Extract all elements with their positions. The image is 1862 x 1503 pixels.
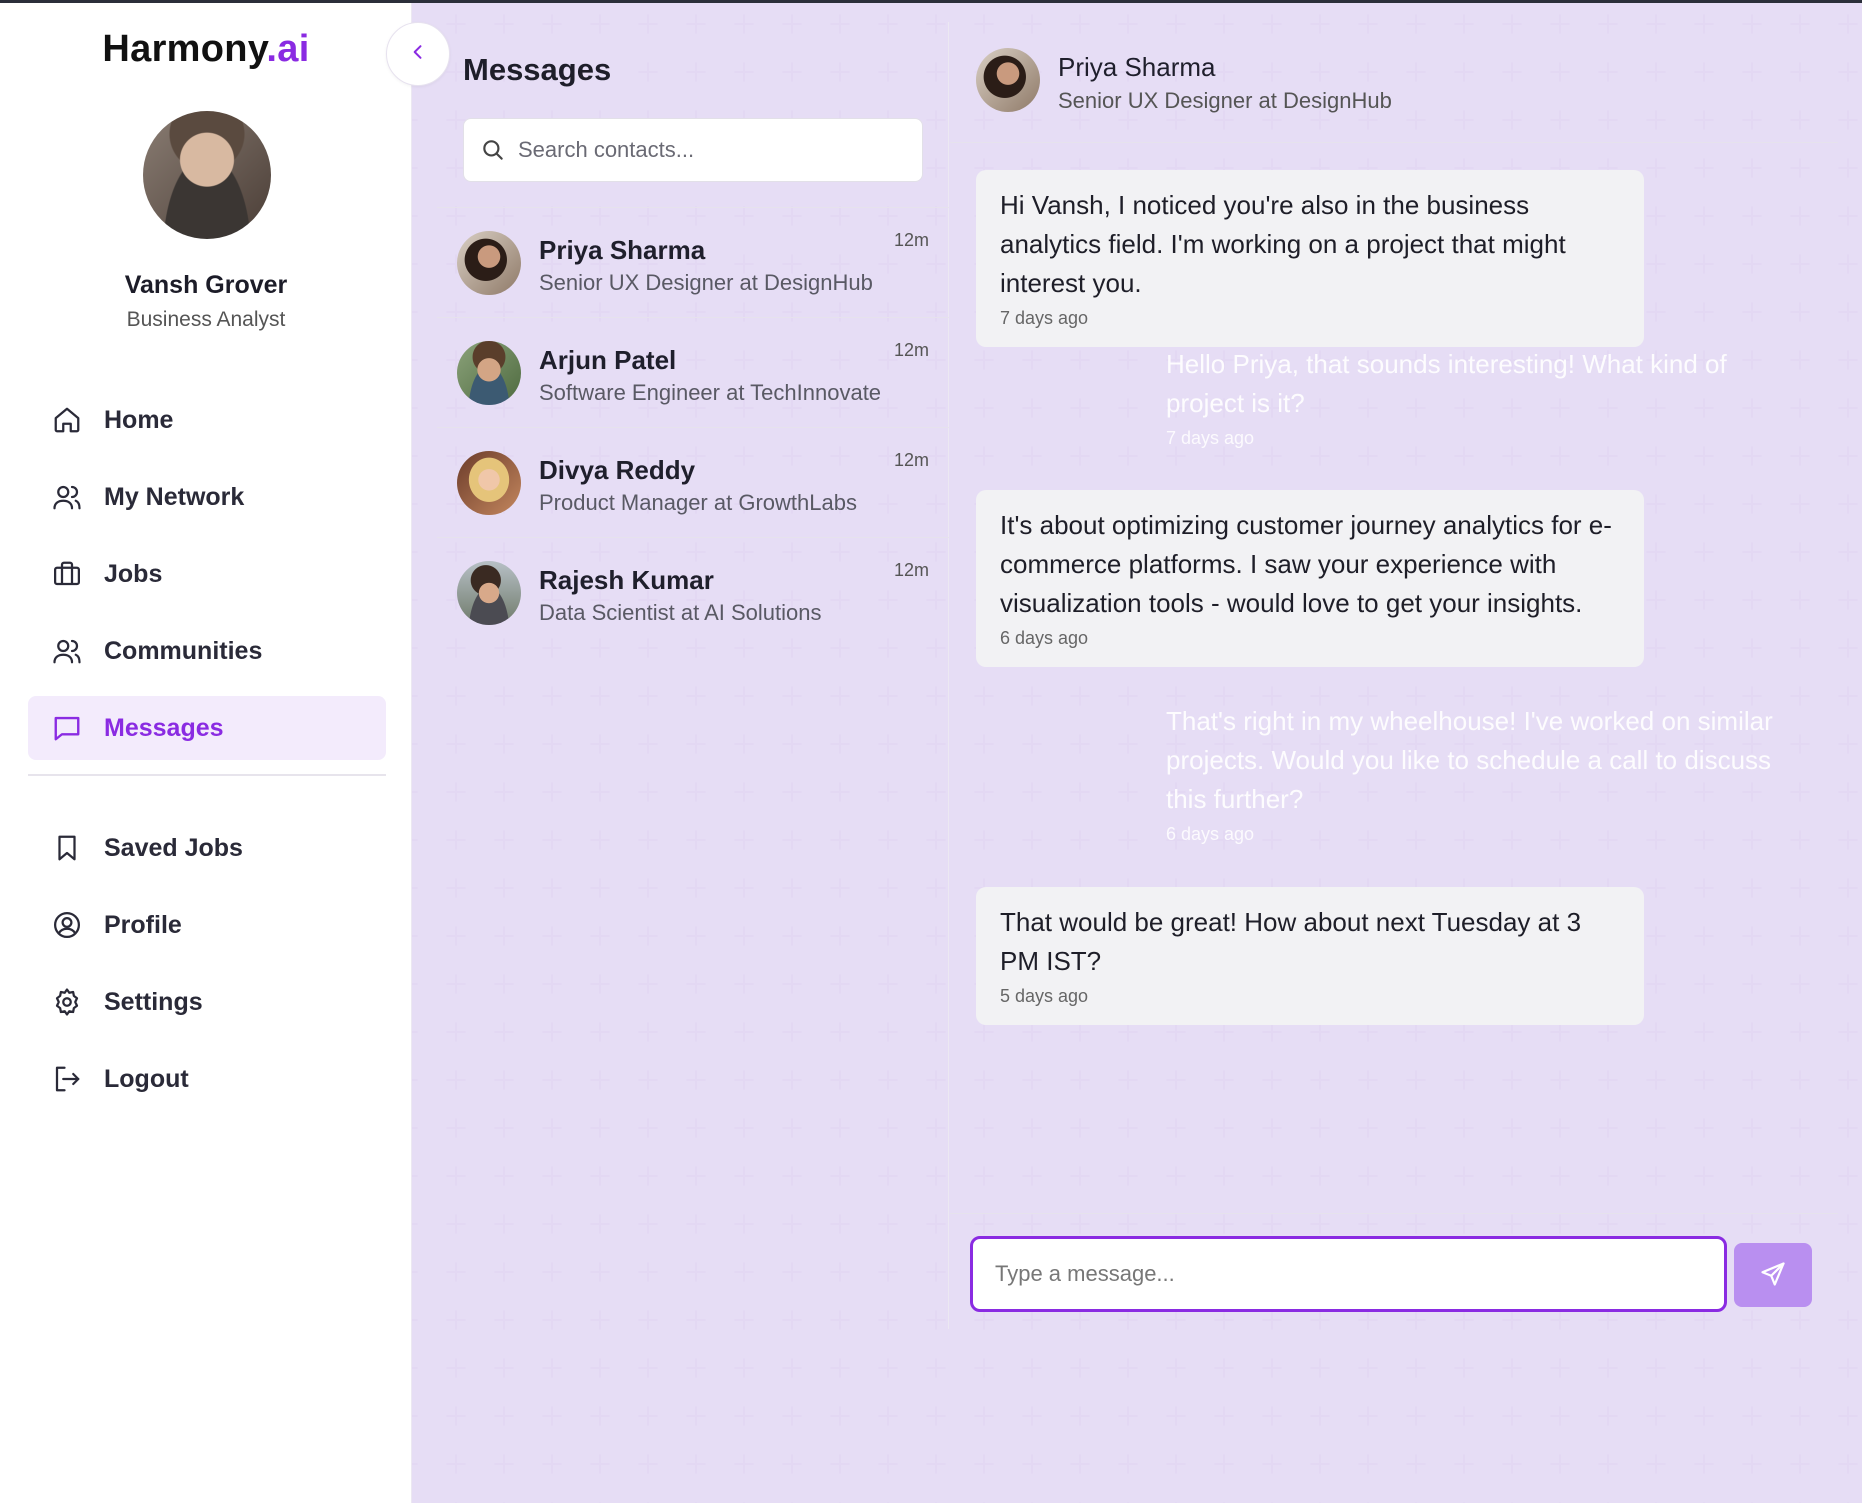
logout-icon (52, 1064, 82, 1094)
sidebar-item-settings[interactable]: Settings (28, 970, 386, 1034)
window-top-border (0, 0, 1862, 3)
contact-role: Data Scientist at AI Solutions (539, 600, 822, 625)
sidebar-item-home[interactable]: Home (28, 388, 386, 452)
send-icon (1759, 1260, 1787, 1291)
sidebar-item-label: Settings (104, 987, 203, 1016)
contact-time: 12m (893, 340, 929, 360)
collapse-sidebar-button[interactable] (386, 22, 450, 86)
contact-time: 12m (893, 560, 929, 580)
send-button[interactable] (1734, 1243, 1812, 1307)
contact-name: Divya Reddy (539, 455, 696, 485)
contact-role: Software Engineer at TechInnovate (539, 380, 882, 405)
message-text: It's about optimizing customer journey a… (1000, 510, 1612, 618)
sidebar: Harmony.ai Vansh Grover Business Analyst… (0, 0, 412, 1503)
message-bubble-sent: Hello Priya, that sounds interesting! Wh… (1142, 329, 1810, 467)
sidebar-item-label: Saved Jobs (104, 833, 243, 862)
page-title: Messages (463, 52, 612, 87)
contact-role: Product Manager at GrowthLabs (539, 490, 857, 515)
sidebar-item-logout[interactable]: Logout (28, 1047, 386, 1111)
chat-contact-role: Senior UX Designer at DesignHub (1058, 88, 1392, 113)
message-bubble-received: That would be great! How about next Tues… (976, 887, 1644, 1025)
message-input[interactable] (970, 1236, 1727, 1312)
briefcase-icon (52, 559, 82, 589)
avatar[interactable] (976, 48, 1040, 112)
chevron-left-icon (408, 42, 428, 67)
home-icon (52, 405, 82, 435)
chat-panel: Priya Sharma Senior UX Designer at Desig… (950, 22, 1838, 1329)
sidebar-item-label: Messages (104, 713, 224, 742)
avatar (457, 231, 521, 295)
sidebar-item-my-network[interactable]: My Network (28, 465, 386, 529)
contact-name: Priya Sharma (539, 235, 706, 265)
contact-time: 12m (893, 230, 929, 250)
contact-name: Arjun Patel (539, 345, 677, 375)
contact-role: Senior UX Designer at DesignHub (539, 270, 873, 295)
bookmark-icon (52, 833, 82, 863)
brand-suffix: .ai (266, 28, 310, 70)
avatar (457, 341, 521, 405)
sidebar-item-saved-jobs[interactable]: Saved Jobs (28, 816, 386, 880)
sidebar-item-jobs[interactable]: Jobs (28, 542, 386, 606)
search-box[interactable] (463, 118, 923, 182)
message-text: Hi Vansh, I noticed you're also in the b… (1000, 190, 1566, 298)
contact-item[interactable]: Divya Reddy Product Manager at GrowthLab… (437, 427, 949, 537)
users-icon (52, 482, 82, 512)
contact-name: Rajesh Kumar (539, 565, 714, 595)
sidebar-item-label: Communities (104, 636, 263, 665)
sidebar-nav: Home My Network Jobs Communities Message… (28, 388, 386, 1124)
avatar (457, 561, 521, 625)
user-name: Vansh Grover (124, 271, 288, 299)
sidebar-item-profile[interactable]: Profile (28, 893, 386, 957)
gear-icon (52, 987, 82, 1017)
avatar (457, 451, 521, 515)
user-circle-icon (52, 910, 82, 940)
sidebar-item-communities[interactable]: Communities (28, 619, 386, 683)
nav-divider (28, 774, 386, 776)
message-text: That's right in my wheelhouse! I've work… (1166, 706, 1773, 814)
message-time: 6 days ago (1000, 628, 1089, 648)
sidebar-item-messages[interactable]: Messages (28, 696, 386, 760)
chat-contact-name: Priya Sharma (1058, 52, 1216, 82)
user-avatar[interactable] (143, 111, 271, 239)
message-time: 7 days ago (1166, 428, 1255, 448)
contact-item[interactable]: Rajesh Kumar Data Scientist at AI Soluti… (437, 537, 949, 647)
message-time: 5 days ago (1000, 986, 1089, 1006)
sidebar-item-label: My Network (104, 482, 245, 511)
search-input[interactable] (518, 137, 898, 163)
contact-item[interactable]: Arjun Patel Software Engineer at TechInn… (437, 317, 949, 427)
message-composer (950, 1213, 1838, 1329)
messages-list-panel: Messages Priya Sharma Senior UX Designer… (437, 22, 949, 1329)
message-text: Hello Priya, that sounds interesting! Wh… (1166, 349, 1727, 418)
contact-list: Priya Sharma Senior UX Designer at Desig… (437, 207, 949, 647)
message-bubble-received: It's about optimizing customer journey a… (976, 490, 1644, 667)
contact-item[interactable]: Priya Sharma Senior UX Designer at Desig… (437, 207, 949, 317)
sidebar-item-label: Profile (104, 910, 182, 939)
message-text: That would be great! How about next Tues… (1000, 907, 1582, 976)
chat-header: Priya Sharma Senior UX Designer at Desig… (950, 22, 1838, 143)
sidebar-item-label: Home (104, 405, 174, 434)
message-bubble-received: Hi Vansh, I noticed you're also in the b… (976, 170, 1644, 347)
users-icon (52, 636, 82, 666)
user-role: Business Analyst (126, 308, 286, 331)
sidebar-item-label: Jobs (104, 559, 163, 588)
brand-logo[interactable]: Harmony.ai (0, 28, 412, 71)
search-icon (480, 137, 506, 163)
brand-name: Harmony (102, 28, 267, 70)
contact-time: 12m (893, 450, 929, 470)
message-time: 6 days ago (1166, 824, 1255, 844)
sidebar-item-label: Logout (104, 1064, 189, 1093)
message-time: 7 days ago (1000, 308, 1089, 328)
message-icon (52, 713, 82, 743)
message-bubble-sent: That's right in my wheelhouse! I've work… (1142, 686, 1810, 863)
